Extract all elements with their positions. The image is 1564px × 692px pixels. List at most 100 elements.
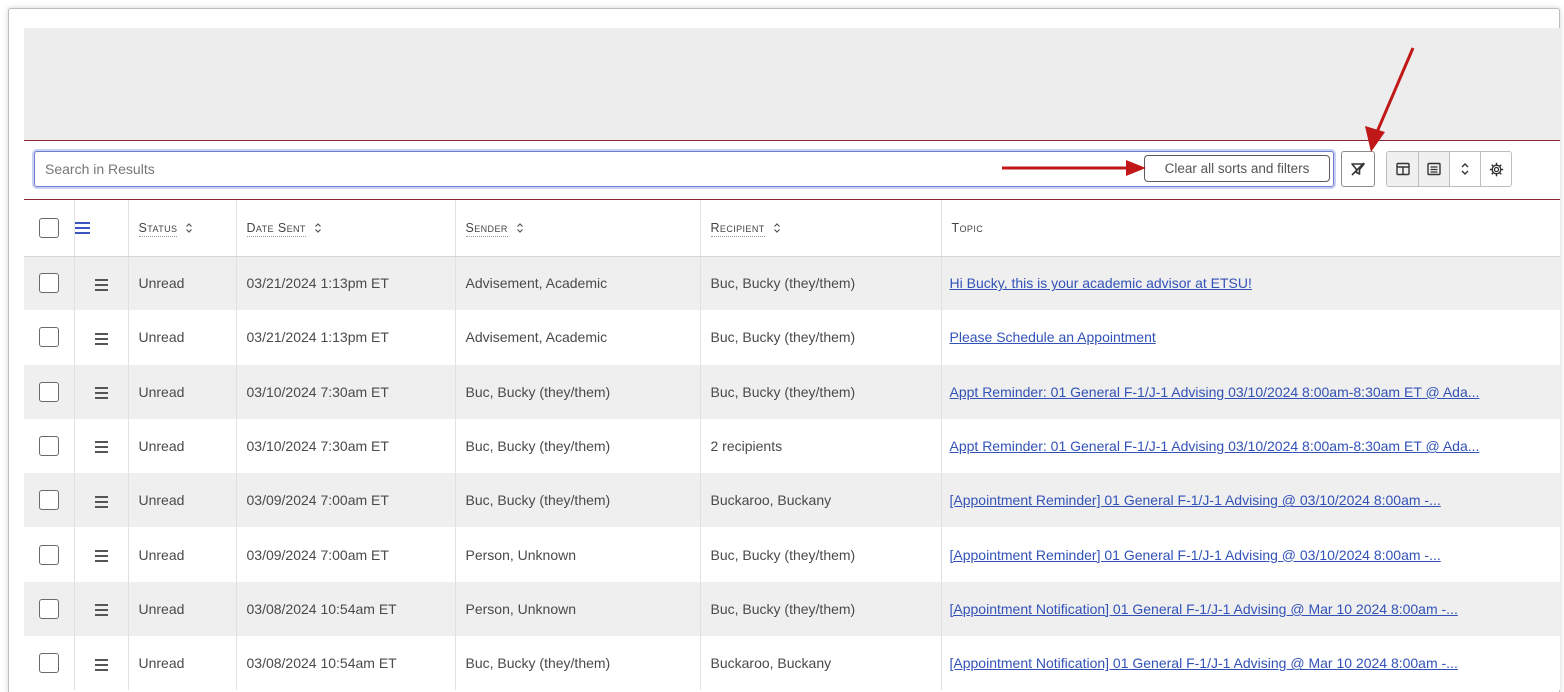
- topic-cell: Appt Reminder: 01 General F-1/J-1 Advisi…: [941, 418, 1560, 474]
- sender-header-label: Sender: [465, 220, 508, 237]
- sender-cell: Buc, Bucky (they/them): [455, 636, 701, 691]
- row-select-cell: [24, 636, 75, 691]
- clear-filters-icon-button[interactable]: [1341, 151, 1375, 187]
- table-row[interactable]: Unread 03/21/2024 1:13pm ET Advisement, …: [24, 256, 1560, 311]
- row-actions-menu-icon[interactable]: [94, 387, 108, 400]
- clear-sorts-filters-button[interactable]: Clear all sorts and filters: [1144, 155, 1330, 182]
- recipient-cell: Buc, Bucky (they/them): [700, 310, 942, 365]
- results-table: Status Date Sent Sender Recipient Topic …: [24, 200, 1560, 691]
- status-header-label: Status: [138, 220, 178, 237]
- bulk-actions-menu-icon[interactable]: [74, 221, 90, 234]
- date-sent-cell: 03/10/2024 7:30am ET: [236, 418, 456, 474]
- topic-link[interactable]: [Appointment Reminder] 01 General F-1/J-…: [950, 547, 1441, 563]
- row-actions-menu-icon[interactable]: [94, 495, 108, 508]
- table-row[interactable]: Unread 03/10/2024 7:30am ET Buc, Bucky (…: [24, 364, 1560, 419]
- topic-cell: Please Schedule an Appointment: [941, 310, 1560, 365]
- topic-cell: Appt Reminder: 01 General F-1/J-1 Advisi…: [941, 364, 1560, 419]
- recipient-header-label: Recipient: [710, 220, 765, 237]
- topic-link[interactable]: Appt Reminder: 01 General F-1/J-1 Advisi…: [950, 438, 1480, 454]
- sort-button[interactable]: [1449, 152, 1480, 186]
- topic-link[interactable]: [Appointment Notification] 01 General F-…: [950, 601, 1458, 617]
- status-cell: Unread: [128, 364, 237, 419]
- topic-cell: [Appointment Reminder] 01 General F-1/J-…: [941, 527, 1560, 582]
- table-row[interactable]: Unread 03/09/2024 7:00am ET Person, Unkn…: [24, 527, 1560, 582]
- sort-icon: [516, 223, 523, 234]
- status-cell: Unread: [128, 418, 237, 474]
- results-toolbar: Clear all sorts and filters: [24, 140, 1560, 200]
- recipient-cell: Buc, Bucky (they/them): [700, 581, 942, 637]
- status-cell: Unread: [128, 527, 237, 582]
- recipient-cell: 2 recipients: [700, 418, 942, 474]
- topic-link[interactable]: Please Schedule an Appointment: [950, 329, 1156, 345]
- row-checkbox[interactable]: [38, 544, 59, 565]
- row-checkbox[interactable]: [38, 490, 59, 511]
- list-view-button[interactable]: [1418, 152, 1449, 186]
- table-row[interactable]: Unread 03/10/2024 7:30am ET Buc, Bucky (…: [24, 418, 1560, 474]
- date-sent-cell: 03/21/2024 1:13pm ET: [236, 310, 456, 365]
- select-all-checkbox[interactable]: [38, 217, 59, 238]
- status-cell: Unread: [128, 636, 237, 691]
- topic-cell: Hi Bucky, this is your academic advisor …: [941, 256, 1560, 311]
- recipient-cell: Buc, Bucky (they/them): [700, 527, 942, 582]
- row-actions-menu-icon[interactable]: [94, 441, 108, 454]
- row-actions-menu-icon[interactable]: [94, 604, 108, 617]
- table-row[interactable]: Unread 03/08/2024 10:54am ET Buc, Bucky …: [24, 636, 1560, 691]
- topic-header-label: Topic: [951, 220, 984, 235]
- row-checkbox[interactable]: [38, 273, 59, 294]
- date-sent-cell: 03/09/2024 7:00am ET: [236, 527, 456, 582]
- row-checkbox[interactable]: [38, 653, 59, 674]
- row-checkbox[interactable]: [38, 598, 59, 619]
- table-row[interactable]: Unread 03/08/2024 10:54am ET Person, Unk…: [24, 581, 1560, 637]
- row-actions-cell: [74, 256, 129, 311]
- sort-icon: [314, 223, 321, 234]
- topic-link[interactable]: Appt Reminder: 01 General F-1/J-1 Advisi…: [950, 384, 1480, 400]
- recipient-column-header[interactable]: Recipient: [700, 200, 942, 257]
- topic-link[interactable]: [Appointment Reminder] 01 General F-1/J-…: [950, 492, 1441, 508]
- row-actions-cell: [74, 473, 129, 528]
- sender-cell: Buc, Bucky (they/them): [455, 418, 701, 474]
- bulk-actions-cell: [74, 200, 129, 257]
- column-layout-button[interactable]: [1387, 152, 1418, 186]
- status-column-header[interactable]: Status: [128, 200, 237, 257]
- sort-icon: [186, 223, 193, 234]
- topic-cell: [Appointment Reminder] 01 General F-1/J-…: [941, 473, 1560, 528]
- row-checkbox[interactable]: [38, 327, 59, 348]
- table-row[interactable]: Unread 03/09/2024 7:00am ET Buc, Bucky (…: [24, 473, 1560, 528]
- date-sent-cell: 03/08/2024 10:54am ET: [236, 581, 456, 637]
- sender-cell: Advisement, Academic: [455, 256, 701, 311]
- status-cell: Unread: [128, 581, 237, 637]
- row-checkbox[interactable]: [38, 436, 59, 457]
- search-input[interactable]: [34, 151, 1334, 187]
- row-actions-menu-icon[interactable]: [94, 278, 108, 291]
- topic-link[interactable]: [Appointment Notification] 01 General F-…: [950, 655, 1458, 671]
- status-cell: Unread: [128, 256, 237, 311]
- recipient-cell: Buc, Bucky (they/them): [700, 256, 942, 311]
- row-actions-menu-icon[interactable]: [94, 549, 108, 562]
- row-select-cell: [24, 256, 75, 311]
- filter-off-icon: [1351, 162, 1365, 176]
- row-select-cell: [24, 527, 75, 582]
- row-select-cell: [24, 364, 75, 419]
- date-sent-header-label: Date Sent: [246, 220, 306, 237]
- date-sent-cell: 03/21/2024 1:13pm ET: [236, 256, 456, 311]
- date-sent-column-header[interactable]: Date Sent: [236, 200, 456, 257]
- date-sent-cell: 03/08/2024 10:54am ET: [236, 636, 456, 691]
- date-sent-cell: 03/09/2024 7:00am ET: [236, 473, 456, 528]
- date-sent-cell: 03/10/2024 7:30am ET: [236, 364, 456, 419]
- row-actions-menu-icon[interactable]: [94, 658, 108, 671]
- row-actions-cell: [74, 636, 129, 691]
- settings-button[interactable]: [1480, 152, 1511, 186]
- row-actions-menu-icon[interactable]: [94, 332, 108, 345]
- topic-cell: [Appointment Notification] 01 General F-…: [941, 581, 1560, 637]
- sender-cell: Person, Unknown: [455, 581, 701, 637]
- row-actions-cell: [74, 364, 129, 419]
- topic-link[interactable]: Hi Bucky, this is your academic advisor …: [950, 275, 1252, 291]
- row-checkbox[interactable]: [38, 381, 59, 402]
- settings-icon: [1489, 162, 1503, 176]
- table-row[interactable]: Unread 03/21/2024 1:13pm ET Advisement, …: [24, 310, 1560, 365]
- header-area: [24, 28, 1560, 140]
- sender-column-header[interactable]: Sender: [455, 200, 701, 257]
- view-controls: [1386, 151, 1512, 187]
- row-select-cell: [24, 581, 75, 637]
- status-cell: Unread: [128, 473, 237, 528]
